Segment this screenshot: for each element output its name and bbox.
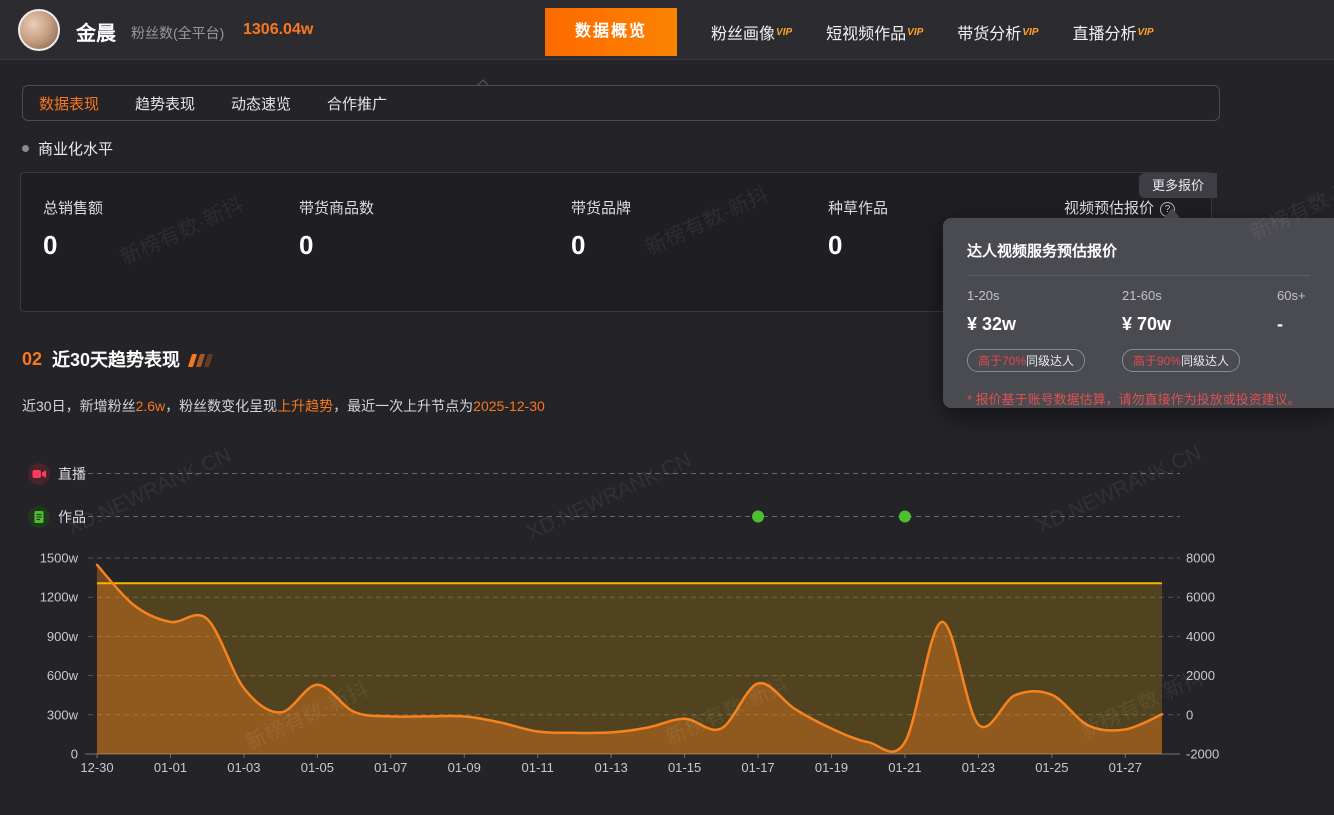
tooltip-arrow <box>1164 208 1180 218</box>
trend-description: 近30日，新增粉丝2.6w，粉丝数变化呈现上升趋势，最近一次上升节点为2025-… <box>22 396 545 416</box>
x-tick-label: 01-17 <box>741 760 774 775</box>
x-tick-label: 01-03 <box>227 760 260 775</box>
video-quote-tooltip: 达人视频服务预估报价 1-20s ¥ 32w 21-60s ¥ 70w 60s+… <box>943 218 1334 408</box>
x-tick-label: 01-11 <box>522 760 554 775</box>
y-axis-right-label: -2000 <box>1186 747 1219 762</box>
x-tick-label: 01-01 <box>154 760 187 775</box>
subtab-cooperation-promotion[interactable]: 合作推广 <box>327 93 387 114</box>
vip-badge: VIP <box>776 27 792 38</box>
metric-seeding-works: 种草作品 0 <box>828 197 888 261</box>
metric-brand-count: 带货品牌 0 <box>571 197 631 261</box>
app-header: 金晨 粉丝数(全平台) 1306.04w 数据概览 粉丝画像VIP 短视频作品V… <box>0 0 1334 60</box>
vip-badge: VIP <box>907 27 923 38</box>
commercialization-label: 商业化水平 <box>38 138 113 159</box>
y-axis-left-label: 1500w <box>40 551 79 566</box>
quote-col-21-60s: 21-60s ¥ 70w <box>1122 288 1277 335</box>
profile-name: 金晨 <box>76 17 116 46</box>
commercialization-section: 商业化水平 <box>22 138 113 159</box>
profile-avatar[interactable] <box>18 9 60 51</box>
tab-data-overview[interactable]: 数据概览 <box>545 8 677 56</box>
document-icon <box>28 506 50 528</box>
divider <box>967 275 1310 276</box>
y-axis-left-label: 900w <box>47 629 79 644</box>
x-tick-label: 12-30 <box>80 760 113 775</box>
work-marker-dot[interactable] <box>899 511 911 523</box>
tab-fans-portrait[interactable]: 粉丝画像VIP <box>711 20 792 44</box>
x-tick-label: 01-13 <box>595 760 628 775</box>
percentile-badge: 高于90%同级达人 <box>1122 349 1240 372</box>
percentile-badge: 高于70%同级达人 <box>967 349 1085 372</box>
metric-total-sales: 总销售额 0 <box>43 197 103 261</box>
tab-short-video-works[interactable]: 短视频作品VIP <box>826 20 923 44</box>
vip-badge: VIP <box>1022 27 1038 38</box>
metric-product-count: 带货商品数 0 <box>299 197 374 261</box>
x-tick-label: 01-19 <box>815 760 848 775</box>
y-axis-left-label: 1200w <box>40 590 79 605</box>
quote-disclaimer: * 报价基于账号数据估算，请勿直接作为投放或投资建议。 <box>967 389 1310 408</box>
x-tick-label: 01-07 <box>374 760 407 775</box>
vip-badge: VIP <box>1137 27 1153 38</box>
section-title: 近30天趋势表现 <box>52 346 180 372</box>
tab-ecommerce-analysis[interactable]: 带货分析VIP <box>957 20 1038 44</box>
more-quotes-button[interactable]: 更多报价 <box>1139 173 1217 198</box>
subtab-activity-overview[interactable]: 动态速览 <box>231 93 291 114</box>
trend-chart: 1500w 8000 1200w 6000 900w 4000 600w 2000 300w 0 0… <box>0 455 1334 795</box>
y-axis-left-label: 600w <box>47 668 79 683</box>
metric-video-quote: 视频预估报价? <box>1064 197 1175 218</box>
section-number: 02 <box>22 349 42 370</box>
subtab-bar: 数据表现 趋势表现 动态速览 合作推广 <box>22 85 1220 121</box>
y-axis-right-label: 8000 <box>1186 551 1215 566</box>
x-tick-label: 01-23 <box>962 760 995 775</box>
y-axis-left-label: 0 <box>71 747 78 762</box>
x-tick-label: 01-21 <box>888 760 921 775</box>
analytics-page: 金晨 粉丝数(全平台) 1306.04w 数据概览 粉丝画像VIP 短视频作品V… <box>0 0 1334 815</box>
quote-col-1-20s: 1-20s ¥ 32w <box>967 288 1122 335</box>
x-tick-label: 01-09 <box>448 760 481 775</box>
main-nav: 数据概览 粉丝画像VIP 短视频作品VIP 带货分析VIP 直播分析VIP <box>545 8 1154 56</box>
quote-col-60s-plus: 60s+ - <box>1277 288 1306 335</box>
x-tick-label: 01-15 <box>668 760 701 775</box>
y-axis-right-label: 6000 <box>1186 590 1215 605</box>
y-axis-right-label: 0 <box>1186 707 1193 722</box>
y-axis-right-label: 2000 <box>1186 668 1215 683</box>
x-tick-label: 01-27 <box>1109 760 1142 775</box>
quote-marks-decoration <box>190 354 214 367</box>
tab-live-analysis[interactable]: 直播分析VIP <box>1072 20 1153 44</box>
y-axis-right-label: 4000 <box>1186 629 1215 644</box>
subtab-data-performance[interactable]: 数据表现 <box>39 93 99 114</box>
trend-section-header: 02 近30天趋势表现 <box>22 346 214 372</box>
legend-live[interactable]: 直播 <box>28 463 86 485</box>
x-tick-label: 01-25 <box>1035 760 1068 775</box>
fans-count-value: 1306.04w <box>243 21 313 39</box>
tooltip-title: 达人视频服务预估报价 <box>967 240 1310 261</box>
subtab-trend-performance[interactable]: 趋势表现 <box>135 93 195 114</box>
bullet-icon <box>22 145 29 152</box>
live-video-icon <box>28 463 50 485</box>
fans-count-label: 粉丝数(全平台) <box>131 23 224 43</box>
work-marker-dot[interactable] <box>752 511 764 523</box>
y-axis-left-label: 300w <box>47 707 79 722</box>
x-tick-label: 01-05 <box>301 760 334 775</box>
legend-works[interactable]: 作品 <box>28 506 86 528</box>
